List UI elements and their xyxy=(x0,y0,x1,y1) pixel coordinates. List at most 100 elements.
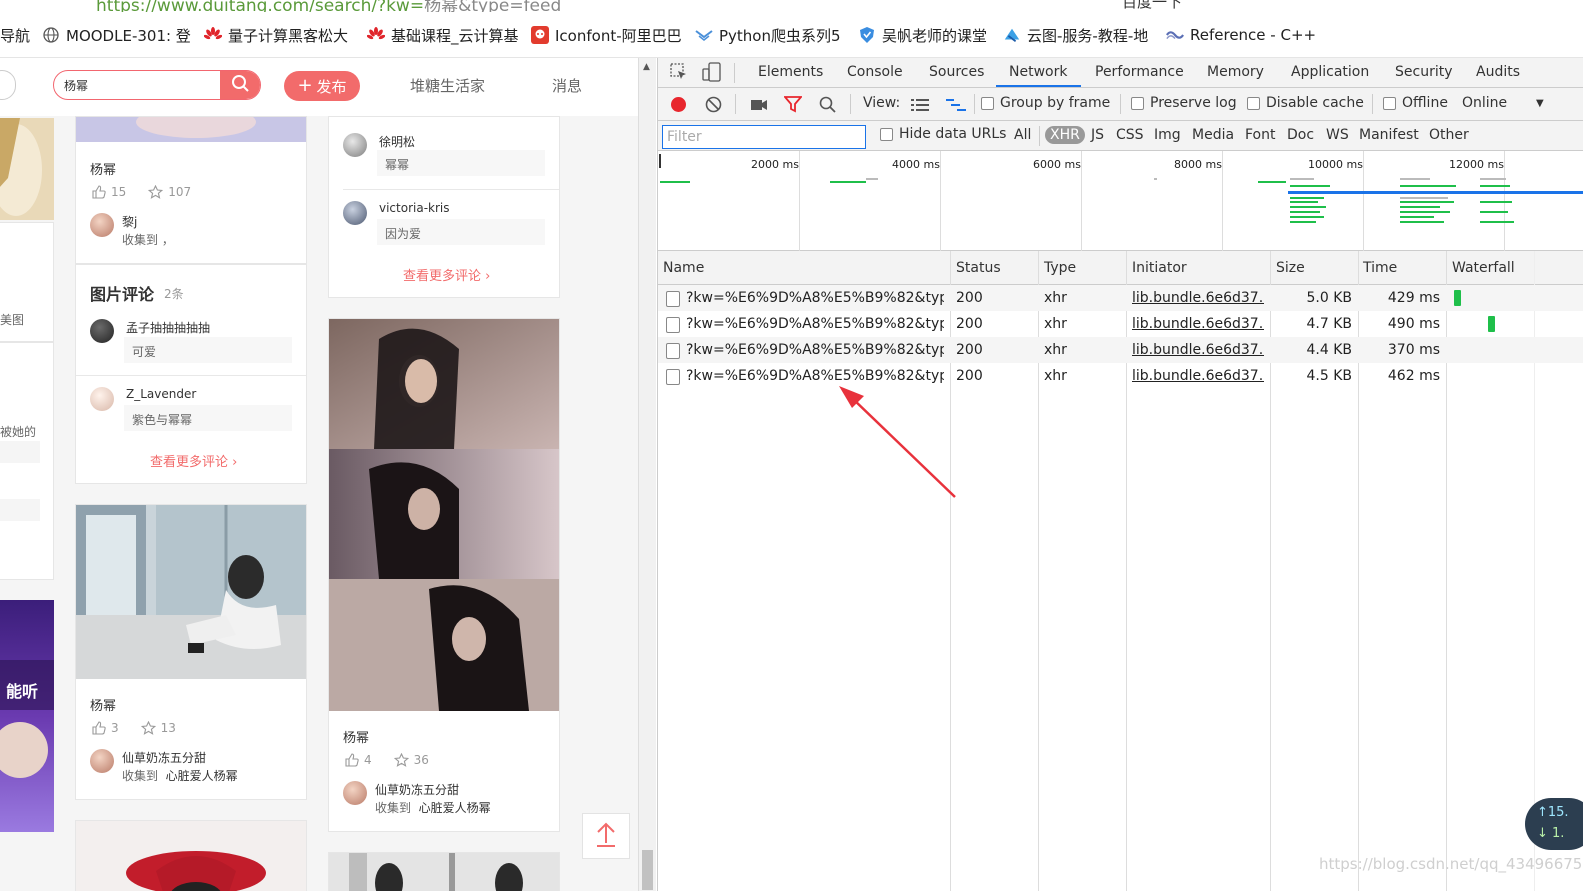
left-partial-image[interactable] xyxy=(0,118,54,220)
filter-icon[interactable] xyxy=(783,96,803,117)
scroll-up-icon[interactable]: ▲ xyxy=(643,62,650,72)
column-header-waterfall[interactable]: Waterfall xyxy=(1452,260,1515,276)
pin-title[interactable]: 杨幂 xyxy=(343,727,369,746)
header-left-element[interactable] xyxy=(0,70,16,100)
checkbox[interactable] xyxy=(1247,96,1260,110)
bookmark-item[interactable]: 基础课程_云计算基 xyxy=(367,24,519,46)
album-link[interactable]: 心脏爱人杨幂 xyxy=(419,801,491,815)
commenter-name[interactable]: 徐明松 xyxy=(379,133,415,150)
table-row[interactable]: ?kw=%E6%9D%A8%E5%B9%82&typ... 200 xhr lib.b… xyxy=(658,363,1583,389)
checkbox[interactable] xyxy=(880,127,893,141)
left-partial-card[interactable]: 被她的 xyxy=(0,342,54,580)
pin-title[interactable]: 杨幂 xyxy=(90,695,116,714)
star-count[interactable]: 13 xyxy=(140,721,176,735)
type-filter-js[interactable]: JS xyxy=(1088,126,1107,144)
disable-cache-checkbox[interactable]: Disable cache xyxy=(1247,95,1364,111)
bookmark-item[interactable]: 吴帆老师的课堂 xyxy=(858,24,987,46)
cell-initiator[interactable]: lib.bundle.6e6d37... xyxy=(1132,342,1264,358)
avatar[interactable] xyxy=(90,749,114,773)
avatar[interactable] xyxy=(90,213,114,237)
column-header-name[interactable]: Name xyxy=(663,260,704,276)
cell-initiator[interactable]: lib.bundle.6e6d37... xyxy=(1132,316,1264,332)
column-header-status[interactable]: Status xyxy=(956,260,1001,276)
checkbox[interactable] xyxy=(981,96,994,110)
pin-card[interactable]: 杨幂 4 36 仙草奶冻五分甜 收集到 心脏爱人杨幂 xyxy=(328,318,560,832)
cell-initiator[interactable]: lib.bundle.6e6d37... xyxy=(1132,368,1264,384)
pin-image[interactable] xyxy=(329,853,559,891)
throttle-select[interactable]: Online xyxy=(1462,95,1507,111)
like-count[interactable]: 4 xyxy=(345,753,372,767)
bookmark-item[interactable]: Python爬虫系列5 xyxy=(695,24,841,46)
waterfall-view-icon[interactable] xyxy=(946,97,966,116)
commenter-name[interactable]: victoria-kris xyxy=(379,201,450,215)
pin-card[interactable] xyxy=(328,852,560,891)
cell-initiator[interactable]: lib.bundle.6e6d37... xyxy=(1132,290,1264,306)
album-link[interactable]: 心脏爱人杨幂 xyxy=(166,769,238,783)
clear-icon[interactable] xyxy=(705,96,722,117)
pin-image[interactable] xyxy=(76,505,306,679)
left-banner-image[interactable]: 能听 xyxy=(0,600,54,832)
column-header-time[interactable]: Time xyxy=(1363,260,1397,276)
collector-name[interactable]: 黎j xyxy=(122,213,137,230)
network-overview-timeline[interactable]: 2000 ms 4000 ms 6000 ms 8000 ms 10000 ms… xyxy=(658,151,1583,251)
dropdown-arrow-icon[interactable]: ▼ xyxy=(1536,98,1544,109)
pin-card[interactable] xyxy=(75,820,307,891)
pin-title[interactable]: 杨幂 xyxy=(90,159,116,178)
avatar[interactable] xyxy=(90,387,114,411)
tab-security[interactable]: Security xyxy=(1395,64,1453,80)
commenter-name[interactable]: Z_Lavender xyxy=(126,387,196,401)
search-input[interactable] xyxy=(64,75,214,95)
nav-link[interactable]: 堆糖生活家 xyxy=(410,75,485,96)
column-header-size[interactable]: Size xyxy=(1276,260,1305,276)
checkbox[interactable] xyxy=(1131,96,1144,110)
like-count[interactable]: 3 xyxy=(92,721,119,735)
bookmark-item[interactable]: Iconfont-阿里巴巴 xyxy=(531,24,682,46)
type-filter-doc[interactable]: Doc xyxy=(1284,126,1317,144)
type-filter-css[interactable]: CSS xyxy=(1113,126,1147,144)
type-filter-font[interactable]: Font xyxy=(1242,126,1278,144)
type-filter-img[interactable]: Img xyxy=(1151,126,1184,144)
record-icon[interactable] xyxy=(670,96,687,117)
bookmark-item[interactable]: 导航 xyxy=(0,24,30,46)
hide-data-urls-checkbox[interactable]: Hide data URLs xyxy=(880,126,1006,142)
tab-performance[interactable]: Performance xyxy=(1095,64,1184,80)
network-speed-widget[interactable]: ↑15. ↓ 1. xyxy=(1525,798,1583,850)
more-comments-link[interactable]: 查看更多评论 › xyxy=(150,451,237,470)
more-comments-link[interactable]: 查看更多评论 › xyxy=(403,265,490,284)
scroll-thumb[interactable] xyxy=(642,850,653,890)
group-by-frame-checkbox[interactable]: Group by frame xyxy=(981,95,1110,111)
nav-link[interactable]: 消息 xyxy=(552,75,582,96)
left-partial-card[interactable]: 美图 xyxy=(0,222,54,342)
pin-card[interactable]: 杨幂 3 13 仙草奶冻五分甜 收集到 心脏爱人杨幂 xyxy=(75,504,307,800)
type-filter-manifest[interactable]: Manifest xyxy=(1356,126,1422,144)
type-filter-all[interactable]: All xyxy=(1011,126,1034,144)
collector-name[interactable]: 仙草奶冻五分甜 xyxy=(122,749,206,766)
avatar[interactable] xyxy=(343,201,367,225)
page-scrollbar[interactable]: ▲ xyxy=(638,58,656,891)
address-bar-strip[interactable]: https://www.duitang.com/search/?kw=杨幂&ty… xyxy=(0,0,1583,12)
tab-elements[interactable]: Elements xyxy=(758,64,823,80)
column-header-initiator[interactable]: Initiator xyxy=(1132,260,1187,276)
bookmark-item[interactable]: MOODLE-301: 登 xyxy=(42,24,191,46)
tab-audits[interactable]: Audits xyxy=(1476,64,1520,80)
preserve-log-checkbox[interactable]: Preserve log xyxy=(1131,95,1237,111)
like-count[interactable]: 15 xyxy=(92,185,126,199)
tab-sources[interactable]: Sources xyxy=(929,64,984,80)
collector-name[interactable]: 仙草奶冻五分甜 xyxy=(375,781,459,798)
type-filter-media[interactable]: Media xyxy=(1189,126,1237,144)
column-header-type[interactable]: Type xyxy=(1044,260,1076,276)
table-row[interactable]: ?kw=%E6%9D%A8%E5%B9%82&typ... 200 xhr lib.b… xyxy=(658,337,1583,363)
star-count[interactable]: 107 xyxy=(148,185,191,199)
checkbox[interactable] xyxy=(1383,96,1396,110)
table-row[interactable]: ?kw=%E6%9D%A8%E5%B9%82&typ... 200 xhr lib.b… xyxy=(658,285,1583,311)
screenshot-camera-icon[interactable] xyxy=(750,97,768,116)
tab-console[interactable]: Console xyxy=(847,64,903,80)
tab-network[interactable]: Network xyxy=(1009,64,1067,80)
large-rows-icon[interactable] xyxy=(911,97,929,116)
back-to-top-button[interactable] xyxy=(582,813,630,859)
bookmark-item[interactable]: Reference - C++ xyxy=(1166,24,1316,46)
avatar[interactable] xyxy=(343,133,367,157)
commenter-name[interactable]: 孟子抽抽抽抽抽 xyxy=(126,319,210,336)
bookmark-item[interactable]: 云图-服务-教程-地 xyxy=(1003,24,1148,46)
type-filter-other[interactable]: Other xyxy=(1426,126,1472,144)
